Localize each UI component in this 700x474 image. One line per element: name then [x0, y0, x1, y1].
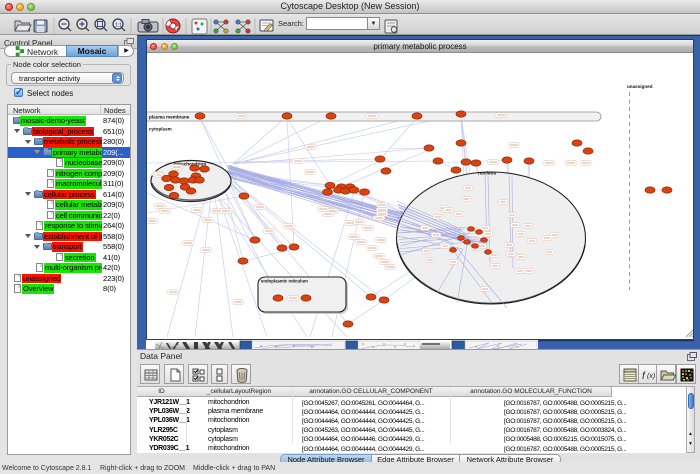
svg-text:unassigned: unassigned — [627, 84, 653, 89]
svg-text:nucleus: nucleus — [478, 171, 496, 177]
svg-text:f: f — [642, 371, 646, 382]
svg-text:(x): (x) — [647, 373, 655, 380]
svg-text:plasma membrane: plasma membrane — [149, 115, 190, 120]
svg-text:1:1: 1:1 — [115, 23, 122, 29]
svg-text:endoplasmic reticulum: endoplasmic reticulum — [261, 279, 308, 284]
svg-text:cytoplasm: cytoplasm — [149, 127, 172, 132]
